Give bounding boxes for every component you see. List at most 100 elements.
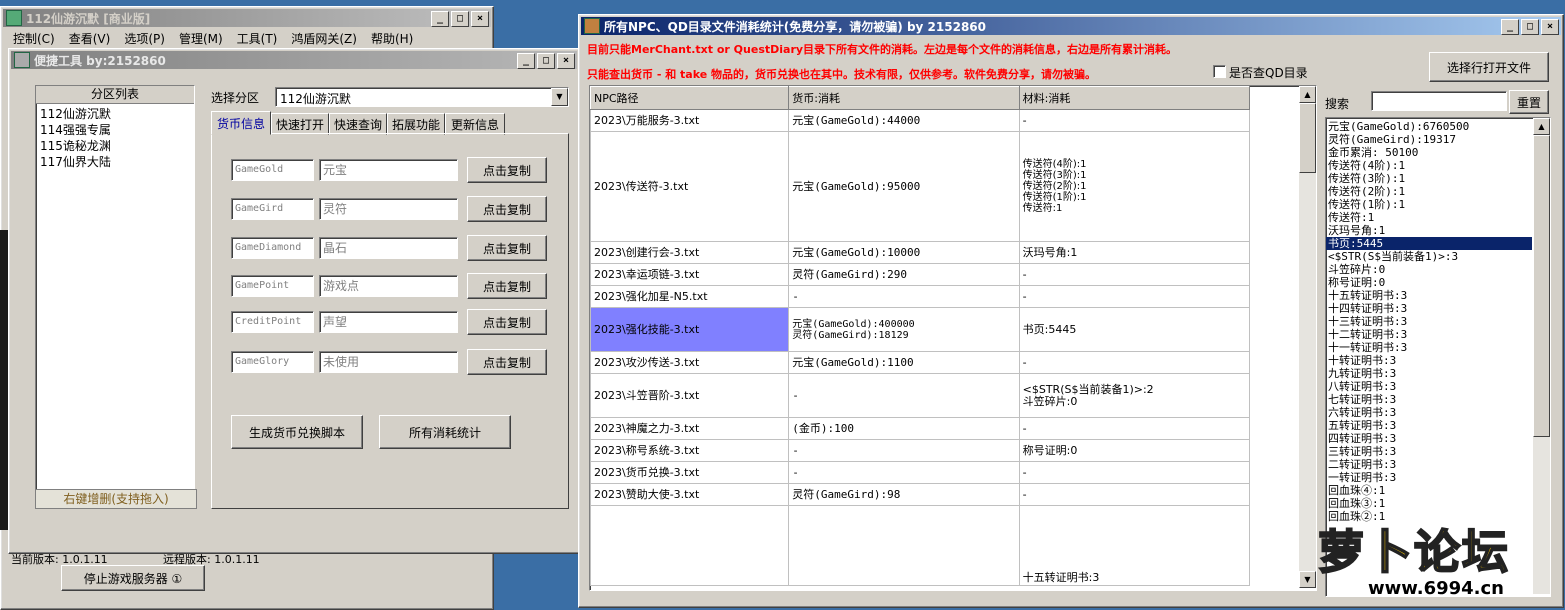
menu-gateway[interactable]: 鸿盾网关(Z)	[291, 30, 357, 47]
currency-code-field[interactable]: CreditPoint	[231, 311, 314, 333]
totals-list-item[interactable]: 元宝(GameGold):6760500	[1326, 120, 1532, 133]
stats-close-button[interactable]: ×	[1541, 19, 1559, 35]
menu-manage[interactable]: 管理(M)	[179, 30, 223, 47]
minimize-button[interactable]: _	[431, 11, 449, 27]
scroll-thumb[interactable]	[1299, 103, 1316, 173]
qd-checkbox[interactable]	[1213, 65, 1226, 78]
totals-scroll-thumb[interactable]	[1533, 135, 1550, 437]
cell-path[interactable]: 2023\神魔之力-3.txt	[590, 417, 790, 440]
cell-material[interactable]: -	[1018, 263, 1251, 286]
tool-minimize-button[interactable]: _	[517, 53, 535, 69]
table-row[interactable]: 2023\幸运项链-3.txt 灵符(GameGird):290 -	[590, 263, 1251, 286]
cell-currency[interactable]: 元宝(GameGold):400000 灵符(GameGird):18129	[788, 307, 1020, 352]
column-header-currency[interactable]: 货币:消耗	[788, 86, 1020, 110]
totals-list-item[interactable]: 十一转证明书:3	[1326, 341, 1532, 354]
totals-list-item[interactable]: 五转证明书:3	[1326, 419, 1532, 432]
column-header-material[interactable]: 材料:消耗	[1018, 86, 1251, 110]
tab-update-info[interactable]: 更新信息	[445, 113, 505, 135]
menu-control[interactable]: 控制(C)	[13, 30, 55, 47]
cell-path[interactable]: 2023\强化加星-N5.txt	[590, 285, 790, 308]
totals-list-item[interactable]: 称号证明:0	[1326, 276, 1532, 289]
cell-currency[interactable]: 元宝(GameGold):10000	[788, 241, 1020, 264]
table-row[interactable]: 2023\创建行会-3.txt 元宝(GameGold):10000 沃玛号角:…	[590, 241, 1251, 264]
cell-currency[interactable]: 元宝(GameGold):95000	[788, 131, 1020, 242]
totals-list-item[interactable]: 传送符(4阶):1	[1326, 159, 1532, 172]
stats-table-container[interactable]: NPC路径 货币:消耗 材料:消耗 2023\万能服务-3.txt 元宝(Gam…	[589, 85, 1317, 591]
cell-material[interactable]: 沃玛号角:1	[1018, 241, 1251, 264]
chevron-down-icon[interactable]: ▼	[551, 88, 568, 106]
cell-currency[interactable]: (金币):100	[788, 417, 1020, 440]
cell-material[interactable]: 书页:5445	[1018, 307, 1251, 352]
cell-material[interactable]: -	[1018, 285, 1251, 308]
table-row[interactable]: 十五转证明书:3	[590, 505, 1251, 586]
cell-material[interactable]: 十五转证明书:3	[1018, 505, 1251, 586]
cell-path[interactable]	[590, 505, 790, 586]
zone-select[interactable]: 112仙游沉默 ▼	[275, 87, 569, 107]
cell-material[interactable]: -	[1018, 461, 1251, 484]
totals-list-item[interactable]: 传送符:1	[1326, 211, 1532, 224]
currency-name-field[interactable]: 游戏点	[319, 275, 458, 297]
cell-material[interactable]: -	[1018, 109, 1251, 132]
totals-list-item[interactable]: 回血珠③:1	[1326, 497, 1532, 510]
copy-button[interactable]: 点击复制	[467, 349, 547, 375]
tool-window-titlebar[interactable]: 便捷工具 by:2152860 _ □ ×	[11, 51, 577, 69]
reset-button[interactable]: 重置	[1509, 90, 1549, 114]
totals-list-item[interactable]: 八转证明书:3	[1326, 380, 1532, 393]
totals-list-item[interactable]: 四转证明书:3	[1326, 432, 1532, 445]
currency-name-field[interactable]: 晶石	[319, 237, 458, 259]
cell-material[interactable]: <$STR(S$当前装备1)>:2 斗笠碎片:0	[1018, 373, 1251, 418]
stats-minimize-button[interactable]: _	[1501, 19, 1519, 35]
currency-name-field[interactable]: 元宝	[319, 159, 458, 181]
table-row[interactable]: 2023\称号系统-3.txt - 称号证明:0	[590, 439, 1251, 462]
cell-path[interactable]: 2023\称号系统-3.txt	[590, 439, 790, 462]
table-row[interactable]: 2023\万能服务-3.txt 元宝(GameGold):44000 -	[590, 109, 1251, 132]
totals-list-item[interactable]: 十四转证明书:3	[1326, 302, 1532, 315]
main-window-titlebar[interactable]: 112仙游沉默 [商业版] _ □ ×	[3, 9, 491, 27]
currency-name-field[interactable]: 未使用	[319, 351, 458, 373]
copy-button[interactable]: 点击复制	[467, 309, 547, 335]
totals-list-item[interactable]: 传送符(1阶):1	[1326, 198, 1532, 211]
menu-help[interactable]: 帮助(H)	[371, 30, 413, 47]
copy-button[interactable]: 点击复制	[467, 235, 547, 261]
copy-button[interactable]: 点击复制	[467, 196, 547, 222]
cell-currency[interactable]: 元宝(GameGold):1100	[788, 351, 1020, 374]
totals-list-item[interactable]: 六转证明书:3	[1326, 406, 1532, 419]
open-selected-file-button[interactable]: 选择行打开文件	[1429, 52, 1549, 82]
zone-item[interactable]: 114强强专属	[40, 122, 190, 138]
cell-currency[interactable]: -	[788, 461, 1020, 484]
cell-currency[interactable]: 灵符(GameGird):98	[788, 483, 1020, 506]
tab-extensions[interactable]: 拓展功能	[387, 113, 445, 135]
totals-list-item[interactable]: 一转证明书:3	[1326, 471, 1532, 484]
tab-currency-info[interactable]: 货币信息	[211, 111, 271, 135]
generate-exchange-script-button[interactable]: 生成货币兑换脚本	[231, 415, 363, 449]
cell-path-selected[interactable]: 2023\强化技能-3.txt	[590, 307, 790, 352]
cell-path[interactable]: 2023\赞助大使-3.txt	[590, 483, 790, 506]
zone-item[interactable]: 112仙游沉默	[40, 106, 190, 122]
cell-path[interactable]: 2023\幸运项链-3.txt	[590, 263, 790, 286]
tool-close-button[interactable]: ×	[557, 53, 575, 69]
table-row[interactable]: 2023\斗笠晋阶-3.txt - <$STR(S$当前装备1)>:2 斗笠碎片…	[590, 373, 1251, 418]
cell-currency[interactable]: -	[788, 285, 1020, 308]
cell-material[interactable]: -	[1018, 417, 1251, 440]
cell-material[interactable]: -	[1018, 351, 1251, 374]
stats-maximize-button[interactable]: □	[1521, 19, 1539, 35]
menu-tools[interactable]: 工具(T)	[237, 30, 278, 47]
totals-list-item[interactable]: 传送符(2阶):1	[1326, 185, 1532, 198]
zone-item[interactable]: 115诡秘龙渊	[40, 138, 190, 154]
cell-path[interactable]: 2023\攻沙传送-3.txt	[590, 351, 790, 374]
menu-view[interactable]: 查看(V)	[69, 30, 111, 47]
totals-list-item[interactable]: 书页:5445	[1326, 237, 1532, 250]
cell-material[interactable]: 传送符(4阶):1 传送符(3阶):1 传送符(2阶):1 传送符(1阶):1 …	[1018, 131, 1251, 242]
totals-list-item[interactable]: 斗笠碎片:0	[1326, 263, 1532, 276]
totals-list-item[interactable]: <$STR(S$当前装备1)>:3	[1326, 250, 1532, 263]
stats-window-titlebar[interactable]: 所有NPC、QD目录文件消耗统计(免费分享，请勿被骗) by 2152860 _…	[581, 17, 1561, 35]
search-input[interactable]	[1371, 91, 1507, 111]
tool-maximize-button[interactable]: □	[537, 53, 555, 69]
scroll-down-icon[interactable]: ▼	[1299, 571, 1316, 588]
currency-code-field[interactable]: GamePoint	[231, 275, 314, 297]
column-header-path[interactable]: NPC路径	[590, 86, 790, 110]
cell-path[interactable]: 2023\货币兑换-3.txt	[590, 461, 790, 484]
totals-list-item[interactable]: 金币累消: 50100	[1326, 146, 1532, 159]
totals-list-item[interactable]: 回血珠④:1	[1326, 484, 1532, 497]
all-consumption-stats-button[interactable]: 所有消耗统计	[379, 415, 511, 449]
